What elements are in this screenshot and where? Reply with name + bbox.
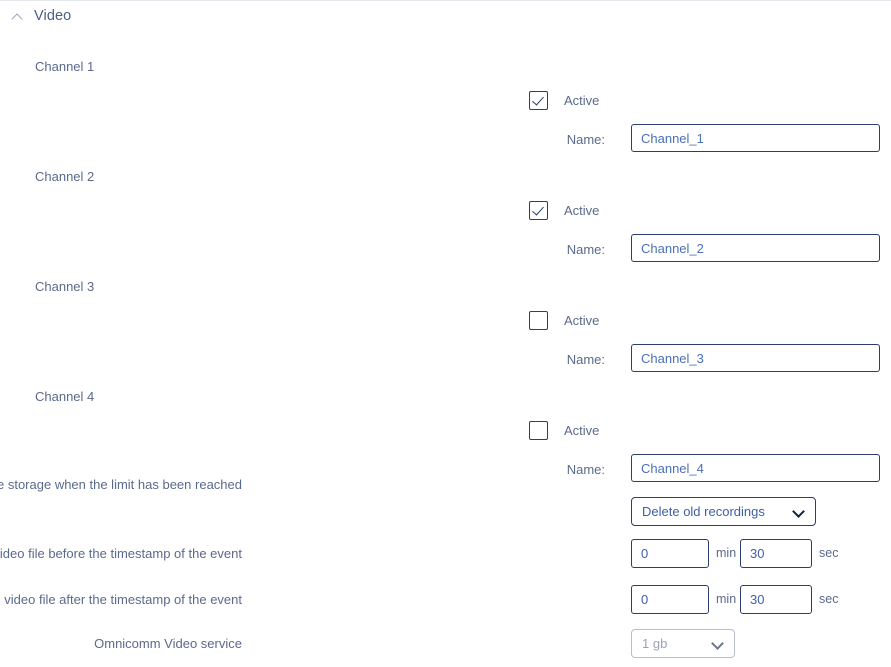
channel-active-checkbox-1[interactable]: [529, 90, 548, 110]
channel-group-label-2: Channel 2: [35, 169, 95, 184]
storage-policy-label: Video file storage when the limit has be…: [0, 477, 242, 492]
channel-name-label-2: Name:: [566, 242, 605, 257]
channel-active-checkbox-4[interactable]: [529, 420, 548, 440]
duration-before-seconds-unit: sec: [819, 546, 839, 560]
video-service-value: 1 gb: [642, 636, 668, 651]
section-title: Video: [34, 8, 72, 24]
storage-policy-value: Delete old recordings: [642, 504, 765, 519]
duration-after-seconds-input[interactable]: [740, 585, 812, 614]
channel-active-checkbox-2[interactable]: [529, 200, 548, 220]
channel-group-label-4: Channel 4: [35, 389, 95, 404]
duration-after-minutes-input[interactable]: [631, 585, 709, 614]
duration-before-minutes-input[interactable]: [631, 539, 709, 568]
duration-before-label: Duration of the video file before the ti…: [0, 546, 242, 561]
channel-active-toggle-4[interactable]: Active: [529, 419, 599, 441]
channel-active-toggle-2[interactable]: Active: [529, 199, 599, 221]
video-service-label: Omnicomm Video service: [94, 636, 242, 651]
channel-active-toggle-3[interactable]: Active: [529, 309, 599, 331]
duration-after-label: Duration of the video file after the tim…: [0, 592, 242, 607]
storage-policy-select[interactable]: Delete old recordings: [631, 497, 816, 526]
chevron-up-icon: [12, 10, 25, 23]
chevron-down-icon: [711, 637, 724, 650]
channel-name-input-1[interactable]: [631, 124, 880, 152]
channel-group-label-3: Channel 3: [35, 279, 95, 294]
channel-name-label-1: Name:: [566, 132, 605, 147]
duration-after-minutes-unit: min: [716, 592, 737, 606]
channel-name-label-3: Name:: [566, 352, 605, 367]
video-service-select[interactable]: 1 gb: [631, 629, 735, 658]
channel-name-input-2[interactable]: [631, 234, 880, 262]
channel-active-label-4: Active: [564, 422, 600, 438]
duration-after-seconds-unit: sec: [819, 592, 839, 606]
channel-active-label-3: Active: [564, 312, 600, 328]
channel-active-checkbox-3[interactable]: [529, 310, 548, 330]
duration-before-minutes-unit: min: [716, 546, 737, 560]
video-section-header[interactable]: Video: [12, 5, 71, 27]
channel-name-input-3[interactable]: [631, 344, 880, 372]
duration-before-seconds-input[interactable]: [740, 539, 812, 568]
channel-active-toggle-1[interactable]: Active: [529, 89, 599, 111]
channel-group-label-1: Channel 1: [35, 59, 95, 74]
chevron-down-icon: [792, 505, 805, 518]
channel-name-label-4: Name:: [566, 462, 605, 477]
channel-active-label-2: Active: [564, 202, 600, 218]
top-divider: [0, 0, 891, 1]
channel-name-input-4[interactable]: [631, 454, 880, 482]
channel-active-label-1: Active: [564, 92, 600, 108]
